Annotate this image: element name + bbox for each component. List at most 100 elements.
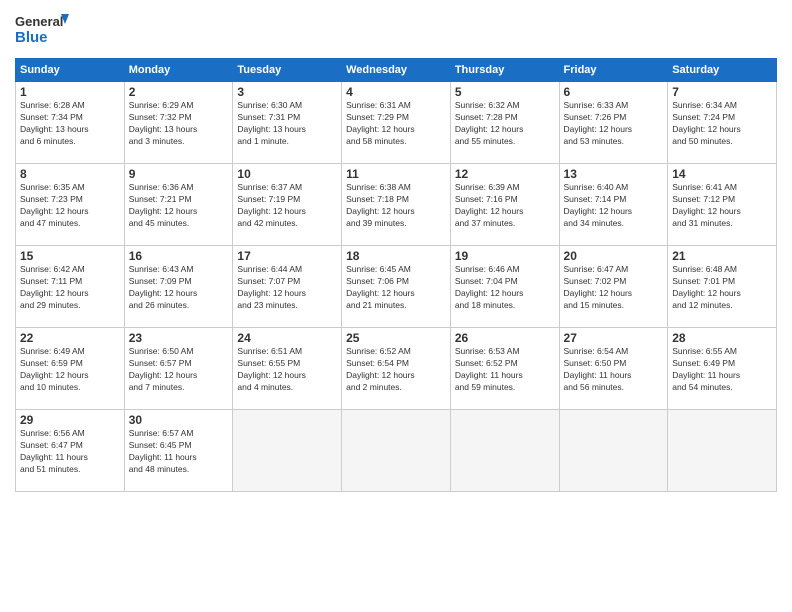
day-info: Sunrise: 6:30 AMSunset: 7:31 PMDaylight:… xyxy=(237,100,337,148)
info-line: Sunrise: 6:42 AM xyxy=(20,264,120,276)
page: General Blue Sunday Monday Tuesday Wedne… xyxy=(0,0,792,612)
info-line: Sunrise: 6:50 AM xyxy=(129,346,229,358)
info-line: Sunset: 7:34 PM xyxy=(20,112,120,124)
info-line: Sunrise: 6:35 AM xyxy=(20,182,120,194)
table-cell: 27Sunrise: 6:54 AMSunset: 6:50 PMDayligh… xyxy=(559,328,668,410)
info-line: Sunrise: 6:31 AM xyxy=(346,100,446,112)
table-cell: 24Sunrise: 6:51 AMSunset: 6:55 PMDayligh… xyxy=(233,328,342,410)
table-cell: 19Sunrise: 6:46 AMSunset: 7:04 PMDayligh… xyxy=(450,246,559,328)
info-line: Sunrise: 6:48 AM xyxy=(672,264,772,276)
day-info: Sunrise: 6:54 AMSunset: 6:50 PMDaylight:… xyxy=(564,346,664,394)
day-number: 10 xyxy=(237,167,337,181)
info-line: and 58 minutes. xyxy=(346,136,446,148)
day-number: 23 xyxy=(129,331,229,345)
day-info: Sunrise: 6:50 AMSunset: 6:57 PMDaylight:… xyxy=(129,346,229,394)
day-number: 24 xyxy=(237,331,337,345)
info-line: Daylight: 12 hours xyxy=(129,288,229,300)
info-line: Sunrise: 6:49 AM xyxy=(20,346,120,358)
info-line: and 37 minutes. xyxy=(455,218,555,230)
day-number: 26 xyxy=(455,331,555,345)
day-number: 29 xyxy=(20,413,120,427)
table-cell: 14Sunrise: 6:41 AMSunset: 7:12 PMDayligh… xyxy=(668,164,777,246)
info-line: Sunset: 7:06 PM xyxy=(346,276,446,288)
info-line: Sunset: 7:09 PM xyxy=(129,276,229,288)
info-line: Sunrise: 6:41 AM xyxy=(672,182,772,194)
info-line: Daylight: 12 hours xyxy=(564,288,664,300)
info-line: and 2 minutes. xyxy=(346,382,446,394)
info-line: Daylight: 12 hours xyxy=(346,206,446,218)
table-cell: 21Sunrise: 6:48 AMSunset: 7:01 PMDayligh… xyxy=(668,246,777,328)
table-cell: 30Sunrise: 6:57 AMSunset: 6:45 PMDayligh… xyxy=(124,410,233,492)
info-line: Daylight: 12 hours xyxy=(20,370,120,382)
logo: General Blue xyxy=(15,10,70,50)
info-line: Sunrise: 6:53 AM xyxy=(455,346,555,358)
day-info: Sunrise: 6:36 AMSunset: 7:21 PMDaylight:… xyxy=(129,182,229,230)
info-line: Sunrise: 6:55 AM xyxy=(672,346,772,358)
info-line: Daylight: 12 hours xyxy=(237,288,337,300)
info-line: Sunset: 6:49 PM xyxy=(672,358,772,370)
day-info: Sunrise: 6:42 AMSunset: 7:11 PMDaylight:… xyxy=(20,264,120,312)
table-cell: 3Sunrise: 6:30 AMSunset: 7:31 PMDaylight… xyxy=(233,82,342,164)
table-cell: 12Sunrise: 6:39 AMSunset: 7:16 PMDayligh… xyxy=(450,164,559,246)
day-number: 8 xyxy=(20,167,120,181)
table-cell xyxy=(668,410,777,492)
info-line: and 47 minutes. xyxy=(20,218,120,230)
info-line: Sunrise: 6:29 AM xyxy=(129,100,229,112)
day-number: 19 xyxy=(455,249,555,263)
day-number: 30 xyxy=(129,413,229,427)
th-thursday: Thursday xyxy=(450,59,559,82)
day-info: Sunrise: 6:52 AMSunset: 6:54 PMDaylight:… xyxy=(346,346,446,394)
info-line: Daylight: 12 hours xyxy=(672,288,772,300)
info-line: and 39 minutes. xyxy=(346,218,446,230)
info-line: and 3 minutes. xyxy=(129,136,229,148)
table-cell: 16Sunrise: 6:43 AMSunset: 7:09 PMDayligh… xyxy=(124,246,233,328)
day-info: Sunrise: 6:34 AMSunset: 7:24 PMDaylight:… xyxy=(672,100,772,148)
info-line: Daylight: 13 hours xyxy=(20,124,120,136)
table-cell: 4Sunrise: 6:31 AMSunset: 7:29 PMDaylight… xyxy=(342,82,451,164)
info-line: and 15 minutes. xyxy=(564,300,664,312)
th-wednesday: Wednesday xyxy=(342,59,451,82)
logo-svg: General Blue xyxy=(15,10,70,50)
day-number: 14 xyxy=(672,167,772,181)
day-info: Sunrise: 6:31 AMSunset: 7:29 PMDaylight:… xyxy=(346,100,446,148)
day-info: Sunrise: 6:46 AMSunset: 7:04 PMDaylight:… xyxy=(455,264,555,312)
info-line: and 51 minutes. xyxy=(20,464,120,476)
table-cell xyxy=(342,410,451,492)
info-line: Sunset: 7:24 PM xyxy=(672,112,772,124)
info-line: and 45 minutes. xyxy=(129,218,229,230)
day-number: 3 xyxy=(237,85,337,99)
info-line: Daylight: 12 hours xyxy=(20,206,120,218)
table-cell: 26Sunrise: 6:53 AMSunset: 6:52 PMDayligh… xyxy=(450,328,559,410)
calendar-table: Sunday Monday Tuesday Wednesday Thursday… xyxy=(15,58,777,492)
table-cell: 1Sunrise: 6:28 AMSunset: 7:34 PMDaylight… xyxy=(16,82,125,164)
info-line: Sunrise: 6:38 AM xyxy=(346,182,446,194)
info-line: Sunset: 7:32 PM xyxy=(129,112,229,124)
info-line: Sunset: 7:29 PM xyxy=(346,112,446,124)
info-line: Sunset: 7:11 PM xyxy=(20,276,120,288)
day-number: 6 xyxy=(564,85,664,99)
day-number: 16 xyxy=(129,249,229,263)
info-line: Daylight: 12 hours xyxy=(455,206,555,218)
info-line: Sunset: 6:54 PM xyxy=(346,358,446,370)
info-line: Sunrise: 6:44 AM xyxy=(237,264,337,276)
info-line: Sunset: 7:12 PM xyxy=(672,194,772,206)
table-cell: 7Sunrise: 6:34 AMSunset: 7:24 PMDaylight… xyxy=(668,82,777,164)
info-line: Daylight: 12 hours xyxy=(564,206,664,218)
info-line: Sunrise: 6:45 AM xyxy=(346,264,446,276)
day-number: 17 xyxy=(237,249,337,263)
week-row-4: 22Sunrise: 6:49 AMSunset: 6:59 PMDayligh… xyxy=(16,328,777,410)
info-line: Sunrise: 6:47 AM xyxy=(564,264,664,276)
table-cell: 11Sunrise: 6:38 AMSunset: 7:18 PMDayligh… xyxy=(342,164,451,246)
info-line: Daylight: 12 hours xyxy=(672,124,772,136)
info-line: and 18 minutes. xyxy=(455,300,555,312)
day-number: 22 xyxy=(20,331,120,345)
info-line: and 1 minute. xyxy=(237,136,337,148)
info-line: and 12 minutes. xyxy=(672,300,772,312)
week-row-3: 15Sunrise: 6:42 AMSunset: 7:11 PMDayligh… xyxy=(16,246,777,328)
info-line: Daylight: 13 hours xyxy=(237,124,337,136)
info-line: and 50 minutes. xyxy=(672,136,772,148)
th-monday: Monday xyxy=(124,59,233,82)
table-cell: 23Sunrise: 6:50 AMSunset: 6:57 PMDayligh… xyxy=(124,328,233,410)
table-cell xyxy=(233,410,342,492)
info-line: and 56 minutes. xyxy=(564,382,664,394)
